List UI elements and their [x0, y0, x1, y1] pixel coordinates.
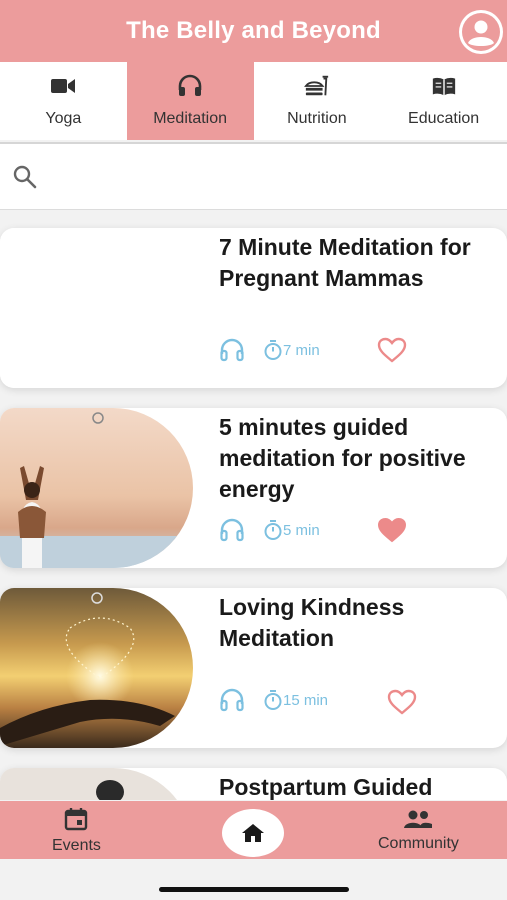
- heart-outline-icon[interactable]: [376, 336, 408, 364]
- app-title: The Belly and Beyond: [126, 17, 381, 44]
- tab-meditation-label: Meditation: [153, 110, 228, 127]
- video-camera-icon: [50, 74, 76, 98]
- tab-education-label: Education: [408, 110, 480, 127]
- card-title: 7 Minute Meditation for Pregnant Mammas: [219, 234, 471, 291]
- tab-yoga[interactable]: Yoga: [0, 62, 127, 140]
- home-button[interactable]: [222, 809, 284, 857]
- list-item[interactable]: Loving Kindness Meditation 15 min: [0, 588, 507, 748]
- home-indicator: [159, 887, 349, 892]
- headphones-icon: [220, 518, 244, 542]
- tab-nutrition[interactable]: Nutrition: [254, 62, 381, 140]
- heart-outline-icon[interactable]: [386, 688, 418, 716]
- category-tabs: Yoga Meditation Nutrition Education: [0, 62, 507, 140]
- tab-nutrition-label: Nutrition: [287, 110, 347, 127]
- card-title: 5 minutes guided meditation for positive…: [219, 414, 466, 502]
- user-icon: [462, 13, 500, 51]
- nav-events[interactable]: Events: [52, 807, 101, 855]
- search-icon: [13, 165, 37, 188]
- tab-education[interactable]: Education: [380, 62, 507, 140]
- home-icon: [242, 824, 264, 842]
- headphones-icon: [220, 688, 244, 712]
- timer-icon: [264, 520, 282, 540]
- bottom-navigation: Events Community: [0, 801, 507, 859]
- search-input[interactable]: [48, 156, 507, 197]
- list-item[interactable]: Postpartum Guided: [0, 768, 507, 800]
- calendar-icon: [65, 808, 88, 831]
- community-icon: [404, 810, 433, 828]
- nav-events-label: Events: [52, 837, 101, 854]
- headphones-icon: [177, 74, 203, 98]
- list-item[interactable]: 7 Minute Meditation for Pregnant Mammas …: [0, 228, 507, 388]
- card-thumbnail: [0, 228, 193, 388]
- timer-icon: [264, 690, 282, 710]
- heart-filled-icon[interactable]: [376, 516, 408, 544]
- card-title: Loving Kindness Meditation: [219, 594, 405, 651]
- timer-icon: [264, 340, 282, 360]
- tab-yoga-label: Yoga: [45, 110, 82, 127]
- food-icon: [303, 74, 330, 98]
- card-duration: 15 min: [283, 691, 329, 709]
- card-title: Postpartum Guided: [219, 774, 433, 800]
- tab-meditation[interactable]: Meditation: [126, 62, 254, 140]
- headphones-icon: [220, 338, 244, 362]
- card-thumbnail: [0, 408, 193, 568]
- nav-community[interactable]: Community: [378, 809, 459, 853]
- meditation-list[interactable]: 7 Minute Meditation for Pregnant Mammas …: [0, 210, 507, 800]
- app-header: The Belly and Beyond: [0, 0, 507, 62]
- card-meta: 15 min: [219, 688, 328, 712]
- card-duration: 5 min: [283, 521, 320, 539]
- card-thumbnail: [0, 588, 193, 748]
- card-duration: 7 min: [283, 341, 320, 359]
- list-item[interactable]: 5 minutes guided meditation for positive…: [0, 408, 507, 568]
- card-thumbnail: [0, 768, 193, 800]
- card-meta: 5 min: [219, 518, 320, 542]
- book-icon: [431, 74, 457, 98]
- nav-community-label: Community: [378, 835, 459, 852]
- search-bar: [0, 144, 507, 210]
- card-meta: 7 min: [219, 338, 320, 362]
- profile-avatar-button[interactable]: [459, 10, 503, 54]
